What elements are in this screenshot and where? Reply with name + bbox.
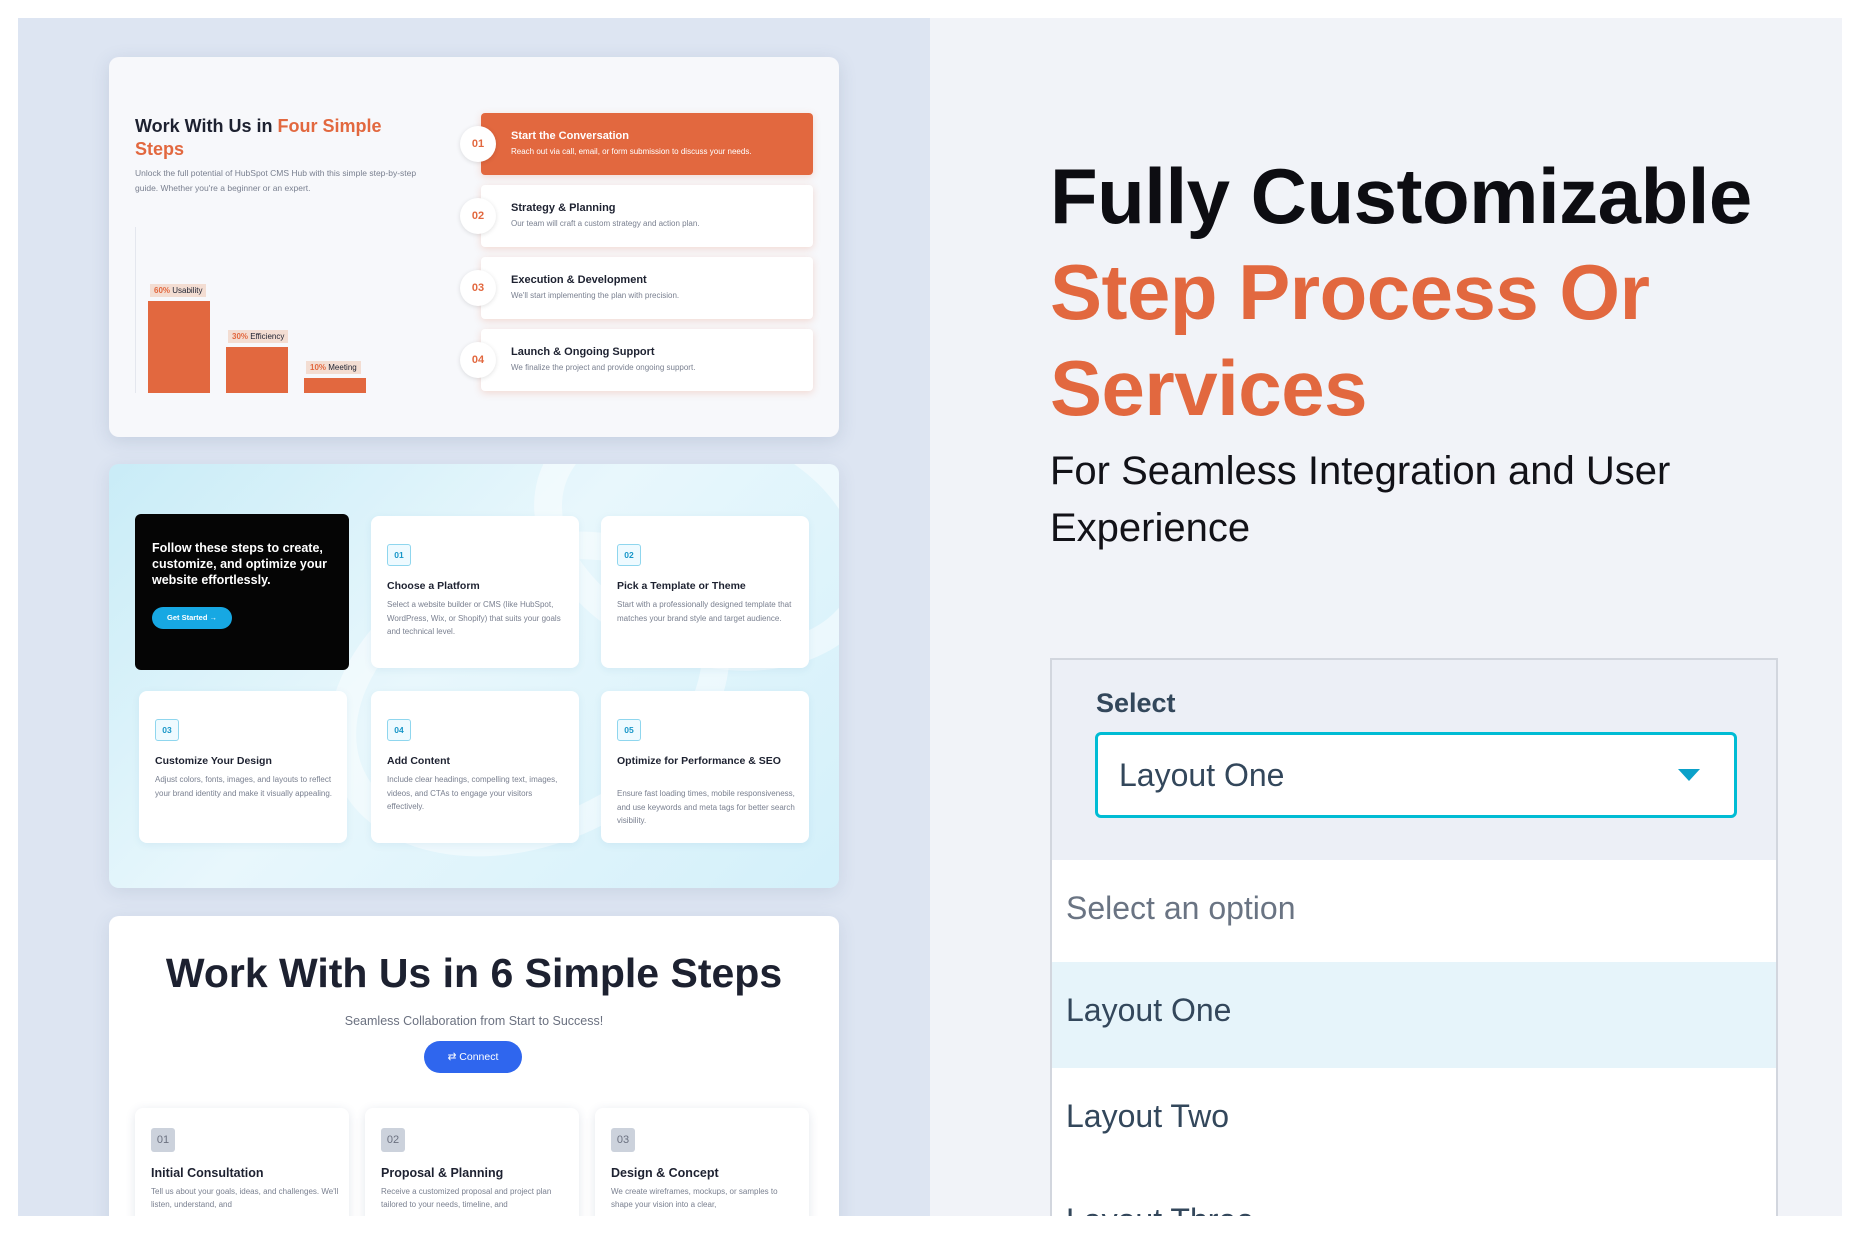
step-execution-development[interactable]: 03 Execution & Development We'll start i… bbox=[460, 257, 813, 319]
headline-line-2: Step Process Or bbox=[1050, 248, 1650, 336]
step-description: Reach out via call, email, or form submi… bbox=[511, 147, 752, 156]
four-steps-title-prefix: Work With Us in bbox=[135, 116, 278, 136]
option-label: Select an option bbox=[1066, 890, 1296, 926]
service-card-pick-template[interactable]: 02 Pick a Template or Theme Start with a… bbox=[601, 516, 809, 668]
step-description: We'll start implementing the plan with p… bbox=[511, 291, 680, 300]
website-steps-preview-card: Follow these steps to create, customize,… bbox=[109, 464, 839, 888]
select-header: Select Layout One bbox=[1052, 660, 1776, 860]
six-steps-title: Work With Us in 6 Simple Steps bbox=[165, 950, 783, 996]
step-description: Tell us about your goals, ideas, and cha… bbox=[151, 1187, 339, 1209]
headline-line-1: Fully Customizable bbox=[1050, 152, 1752, 240]
step-description: Our team will craft a custom strategy an… bbox=[511, 219, 700, 228]
service-card-customize-design[interactable]: 03 Customize Your Design Adjust colors, … bbox=[139, 691, 347, 843]
step-description: We create wireframes, mockups, or sample… bbox=[611, 1187, 778, 1209]
connect-button[interactable]: ⇄ Connect bbox=[424, 1041, 522, 1073]
service-number: 04 bbox=[387, 719, 411, 741]
headline: Fully Customizable Step Process Or Servi… bbox=[1050, 148, 1810, 436]
service-number: 05 bbox=[617, 719, 641, 741]
six-steps-subtitle: Seamless Collaboration from Start to Suc… bbox=[344, 1014, 604, 1028]
step-title: Design & Concept bbox=[611, 1166, 719, 1180]
service-title: Pick a Template or Theme bbox=[617, 580, 746, 592]
step-number: 02 bbox=[381, 1128, 405, 1152]
bar-label-text: Usability bbox=[172, 286, 203, 295]
step-number: 01 bbox=[151, 1128, 175, 1152]
four-steps-preview-card: Work With Us in Four Simple Steps Unlock… bbox=[109, 57, 839, 437]
intro-text: Follow these steps to create, customize,… bbox=[152, 541, 328, 587]
select-label: Select bbox=[1096, 688, 1176, 718]
service-description: Start with a professionally designed tem… bbox=[617, 600, 792, 623]
bar-label-text: Meeting bbox=[328, 363, 357, 372]
four-steps-title: Work With Us in Four Simple Steps bbox=[135, 115, 435, 161]
six-steps-preview-card: Work With Us in 6 Simple Steps Seamless … bbox=[109, 916, 839, 1216]
stats-bar-chart: 60% Usability 30% Efficiency 10% Meeting bbox=[135, 227, 435, 393]
step-number: 04 bbox=[460, 342, 496, 378]
step-number: 01 bbox=[460, 126, 496, 162]
step-strategy-planning[interactable]: 02 Strategy & Planning Our team will cra… bbox=[460, 185, 813, 247]
layout-select-panel: Select Layout One Select an option Layou… bbox=[1050, 658, 1778, 1216]
service-card-optimize-seo[interactable]: 05 Optimize for Performance & SEO Ensure… bbox=[601, 691, 809, 843]
step-design-concept[interactable]: 03 Design & Concept We create wireframes… bbox=[595, 1108, 809, 1216]
intro-box: Follow these steps to create, customize,… bbox=[135, 514, 349, 670]
bar-usability bbox=[148, 301, 210, 393]
promo-frame: Work With Us in Four Simple Steps Unlock… bbox=[18, 18, 1842, 1216]
step-initial-consultation[interactable]: 01 Initial Consultation Tell us about yo… bbox=[135, 1108, 349, 1216]
step-number: 02 bbox=[460, 198, 496, 234]
service-description: Adjust colors, fonts, images, and layout… bbox=[155, 775, 332, 798]
service-title: Add Content bbox=[387, 755, 450, 767]
step-number: 03 bbox=[460, 270, 496, 306]
step-launch-support[interactable]: 04 Launch & Ongoing Support We finalize … bbox=[460, 329, 813, 391]
step-number: 03 bbox=[611, 1128, 635, 1152]
step-proposal-planning[interactable]: 02 Proposal & Planning Receive a customi… bbox=[365, 1108, 579, 1216]
service-number: 03 bbox=[155, 719, 179, 741]
step-title: Execution & Development bbox=[511, 274, 647, 286]
step-title: Start the Conversation bbox=[511, 130, 629, 142]
step-title: Proposal & Planning bbox=[381, 1166, 504, 1180]
option-label: Layout Three bbox=[1066, 1202, 1254, 1216]
service-description: Include clear headings, compelling text,… bbox=[387, 775, 558, 811]
option-label: Layout One bbox=[1066, 992, 1232, 1028]
preview-column: Work With Us in Four Simple Steps Unlock… bbox=[18, 18, 930, 1216]
service-number: 02 bbox=[617, 544, 641, 566]
option-layout-three[interactable]: Layout Three bbox=[1052, 1172, 1776, 1216]
service-card-add-content[interactable]: 04 Add Content Include clear headings, c… bbox=[371, 691, 579, 843]
bar-efficiency bbox=[226, 347, 288, 393]
get-started-button[interactable]: Get Started → bbox=[152, 607, 232, 629]
bar-label-usability: 60% Usability bbox=[150, 284, 207, 297]
step-title: Strategy & Planning bbox=[511, 202, 616, 214]
caret-down-icon bbox=[1678, 769, 1700, 781]
bar-pct: 30% bbox=[232, 332, 249, 341]
bar-meeting bbox=[304, 378, 366, 393]
headline-subtitle: For Seamless Integration and User Experi… bbox=[1050, 449, 1671, 550]
step-title: Initial Consultation bbox=[151, 1166, 264, 1180]
service-description: Select a website builder or CMS (like Hu… bbox=[387, 600, 561, 636]
bar-pct: 10% bbox=[310, 363, 327, 372]
service-number: 01 bbox=[387, 544, 411, 566]
select-current-value: Layout One bbox=[1119, 757, 1285, 793]
step-description: Receive a customized proposal and projec… bbox=[381, 1187, 552, 1209]
bar-pct: 60% bbox=[154, 286, 171, 295]
bar-label-meeting: 10% Meeting bbox=[306, 361, 361, 374]
four-steps-description: Unlock the full potential of HubSpot CMS… bbox=[135, 168, 417, 193]
bar-label-efficiency: 30% Efficiency bbox=[228, 330, 289, 343]
service-title: Optimize for Performance & SEO bbox=[617, 755, 781, 767]
headline-line-3: Services bbox=[1050, 344, 1367, 432]
service-card-choose-platform[interactable]: 01 Choose a Platform Select a website bu… bbox=[371, 516, 579, 668]
option-layout-one[interactable]: Layout One bbox=[1052, 962, 1776, 1068]
service-description: Ensure fast loading times, mobile respon… bbox=[617, 789, 795, 825]
option-placeholder[interactable]: Select an option bbox=[1052, 860, 1776, 966]
service-title: Customize Your Design bbox=[155, 755, 272, 767]
step-description: We finalize the project and provide ongo… bbox=[511, 363, 696, 372]
service-title: Choose a Platform bbox=[387, 580, 480, 592]
option-label: Layout Two bbox=[1066, 1098, 1230, 1134]
step-start-conversation[interactable]: 01 Start the Conversation Reach out via … bbox=[460, 113, 813, 175]
step-title: Launch & Ongoing Support bbox=[511, 346, 655, 358]
bar-label-text: Efficiency bbox=[250, 332, 285, 341]
option-layout-two[interactable]: Layout Two bbox=[1052, 1068, 1776, 1174]
layout-select-dropdown[interactable]: Layout One bbox=[1095, 732, 1737, 818]
